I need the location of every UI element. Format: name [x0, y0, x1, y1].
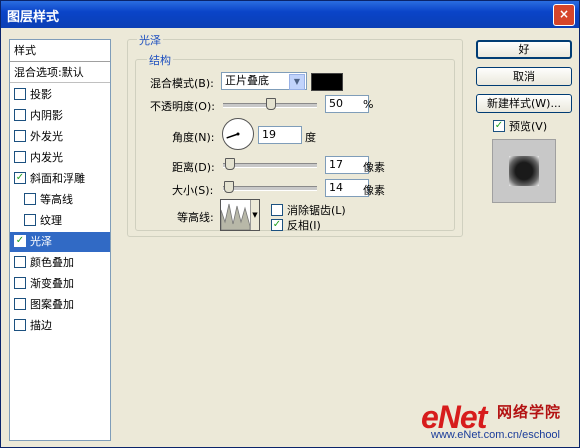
sidebar-item-label: 纹理 [40, 214, 62, 227]
preview-checkbox[interactable]: ✓ 预览(V) [493, 118, 547, 134]
cancel-button[interactable]: 取消 [476, 67, 572, 86]
window-title: 图层样式 [7, 10, 60, 25]
structure-group-title: 结构 [147, 52, 173, 68]
checkbox-icon[interactable] [24, 193, 36, 205]
sidebar-item-gradient-overlay[interactable]: 渐变叠加 [10, 274, 110, 294]
sidebar-item-label: 等高线 [40, 193, 73, 206]
checkbox-icon[interactable] [14, 88, 26, 100]
invert-checkbox[interactable]: ✓ 反相(I) [271, 217, 321, 233]
angle-dial-graphic [226, 132, 240, 139]
sidebar-item-label: 光泽 [30, 235, 52, 248]
satin-group-title: 光泽 [137, 32, 163, 48]
sidebar-item-outer-glow[interactable]: 外发光 [10, 127, 110, 147]
checkbox-icon[interactable] [14, 277, 26, 289]
invert-label: 反相(I) [287, 219, 321, 232]
checkbox-icon[interactable] [271, 204, 283, 216]
checkmark-icon[interactable]: ✓ [493, 120, 505, 132]
checkbox-icon[interactable] [14, 109, 26, 121]
watermark-url: www.eNet.com.cn/eschool [431, 429, 560, 441]
checkmark-icon[interactable]: ✓ [14, 172, 26, 184]
styles-header[interactable]: 样式 [10, 40, 110, 62]
checkbox-icon[interactable] [14, 298, 26, 310]
sidebar-item-label: 颜色叠加 [30, 256, 74, 269]
size-slider-track[interactable] [223, 186, 317, 191]
preview-thumbnail [509, 156, 539, 186]
sidebar-item-label: 内阴影 [30, 109, 63, 122]
layer-style-dialog: 图层样式 × 样式 混合选项:默认 投影 内阴影 外发光 内发光 ✓ 斜面和浮雕 … [0, 0, 580, 448]
blend-mode-select[interactable]: 正片叠底 ▼ [221, 72, 307, 90]
size-label: 大小(S): [172, 184, 214, 197]
contour-curve-icon [221, 203, 250, 230]
angle-unit: 度 [305, 131, 316, 144]
blend-mode-label: 混合模式(B): [150, 77, 214, 90]
watermark-cn: 网络学院 [497, 403, 562, 421]
sidebar-item-pattern-overlay[interactable]: 图案叠加 [10, 295, 110, 315]
sidebar-item-label: 描边 [30, 319, 52, 332]
sidebar-item-stroke[interactable]: 描边 [10, 316, 110, 336]
angle-label: 角度(N): [172, 131, 215, 144]
sidebar-item-texture[interactable]: 纹理 [10, 211, 110, 231]
title-bar: 图层样式 × [1, 1, 579, 28]
checkbox-icon[interactable] [14, 256, 26, 268]
sidebar-item-bevel-emboss[interactable]: ✓ 斜面和浮雕 [10, 169, 110, 189]
checkmark-icon[interactable]: ✓ [14, 235, 26, 247]
close-button[interactable]: × [553, 4, 575, 26]
size-unit: 像素 [363, 184, 385, 197]
distance-label: 距离(D): [172, 161, 215, 174]
checkbox-icon[interactable] [14, 130, 26, 142]
antialias-checkbox[interactable]: 消除锯齿(L) [271, 202, 346, 218]
angle-input[interactable]: 19 [258, 126, 302, 144]
distance-slider-thumb[interactable] [225, 158, 236, 170]
sidebar-item-blending-options[interactable]: 混合选项:默认 [10, 63, 110, 83]
sidebar-item-contour[interactable]: 等高线 [10, 190, 110, 210]
sidebar-item-inner-glow[interactable]: 内发光 [10, 148, 110, 168]
blend-color-swatch[interactable] [311, 73, 343, 91]
enet-watermark: eNet 网络学院 www.eNet.com.cn/eschool [421, 399, 579, 445]
sidebar-item-label: 渐变叠加 [30, 277, 74, 290]
antialias-label: 消除锯齿(L) [287, 204, 346, 217]
opacity-label: 不透明度(O): [150, 100, 215, 113]
size-slider-thumb[interactable] [224, 181, 235, 193]
contour-label: 等高线: [177, 211, 214, 224]
opacity-unit: % [363, 98, 374, 111]
distance-unit: 像素 [363, 161, 385, 174]
sidebar-item-color-overlay[interactable]: 颜色叠加 [10, 253, 110, 273]
styles-list: 样式 混合选项:默认 投影 内阴影 外发光 内发光 ✓ 斜面和浮雕 等高线 纹理 … [9, 39, 111, 441]
checkmark-icon[interactable]: ✓ [271, 219, 283, 231]
checkbox-icon[interactable] [14, 319, 26, 331]
checkbox-icon[interactable] [24, 214, 36, 226]
sidebar-item-label: 外发光 [30, 130, 63, 143]
new-style-button[interactable]: 新建样式(W)... [476, 94, 572, 113]
chevron-down-icon[interactable]: ▼ [289, 74, 305, 90]
sidebar-item-label: 斜面和浮雕 [30, 172, 85, 185]
checkbox-icon[interactable] [14, 151, 26, 163]
distance-slider-track[interactable] [223, 163, 317, 168]
sidebar-item-inner-shadow[interactable]: 内阴影 [10, 106, 110, 126]
chevron-down-icon[interactable]: ▼ [250, 200, 259, 230]
preview-label: 预览(V) [509, 120, 548, 133]
opacity-slider-thumb[interactable] [266, 98, 276, 110]
sidebar-item-label: 图案叠加 [30, 298, 74, 311]
contour-picker[interactable]: ▼ [220, 199, 260, 231]
blend-mode-value: 正片叠底 [225, 74, 269, 87]
sidebar-item-drop-shadow[interactable]: 投影 [10, 85, 110, 105]
sidebar-item-satin[interactable]: ✓ 光泽 [10, 232, 110, 252]
style-preview [492, 139, 556, 203]
sidebar-item-label: 投影 [30, 88, 52, 101]
angle-dial[interactable] [222, 118, 254, 150]
ok-button[interactable]: 好 [476, 40, 572, 59]
sidebar-item-label: 内发光 [30, 151, 63, 164]
